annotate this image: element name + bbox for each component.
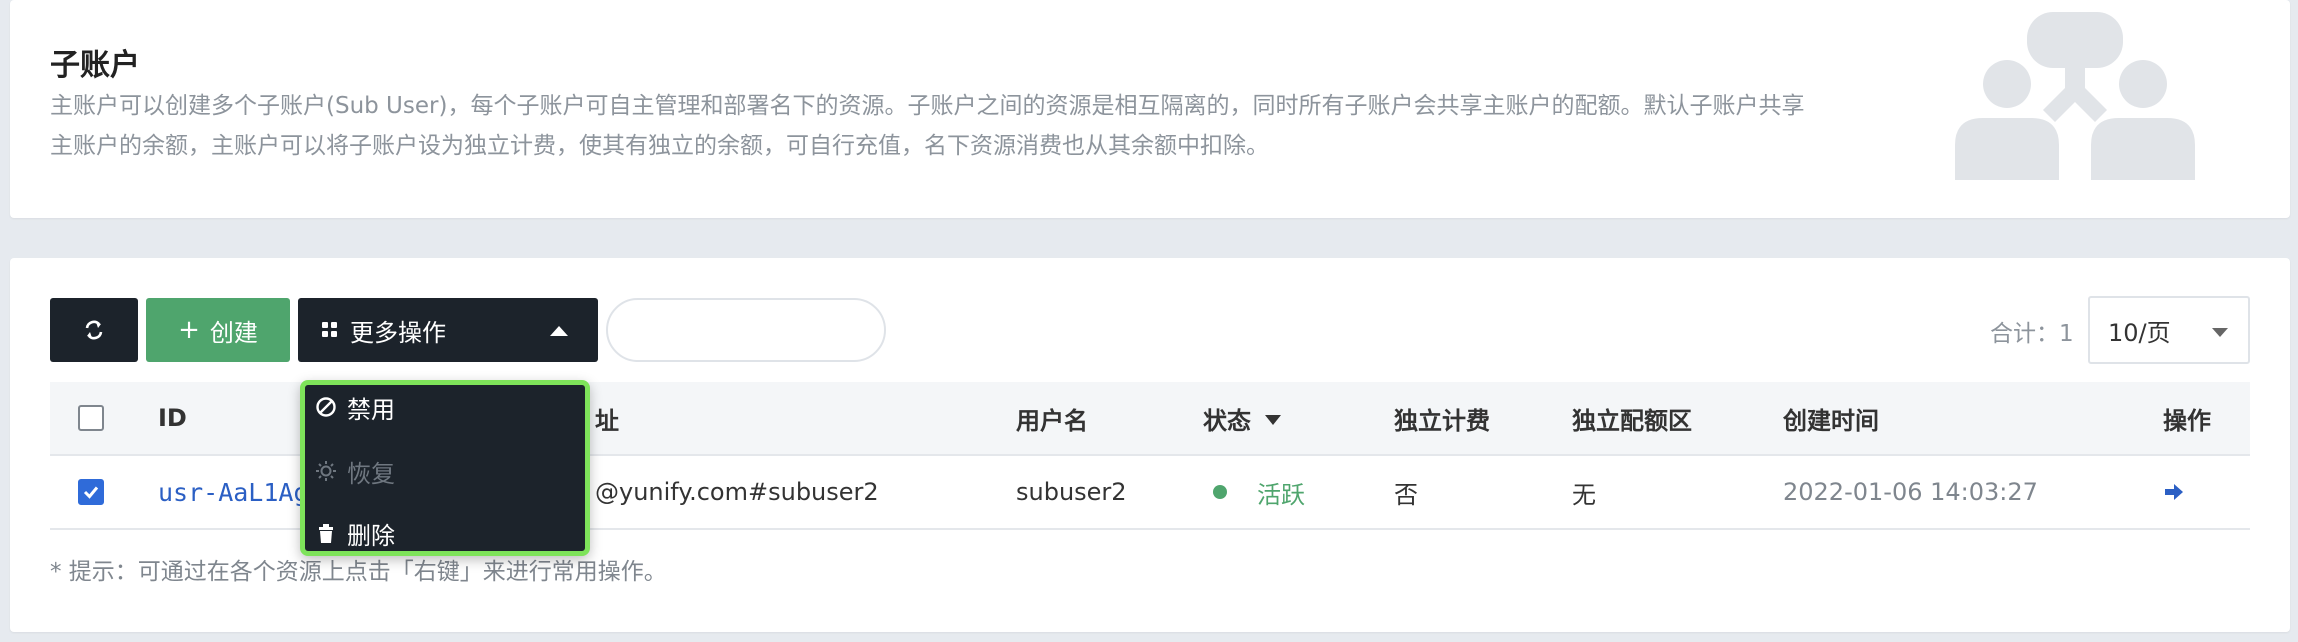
check-icon xyxy=(83,486,99,499)
row-quota: 无 xyxy=(1572,480,1596,509)
menu-item-restore-label: 恢复 xyxy=(347,459,395,488)
chevron-down-icon xyxy=(2212,328,2228,337)
header-id[interactable]: ID xyxy=(158,382,187,454)
row-select-cell xyxy=(78,456,104,528)
header-quota: 独立配额区 xyxy=(1572,406,1692,435)
page-description: 主账户可以创建多个子账户(Sub User)，每个子账户可自主管理和部署名下的资… xyxy=(50,93,1805,159)
menu-item-delete[interactable]: 删除 xyxy=(315,513,575,553)
header-address: 址 xyxy=(595,406,619,435)
more-actions-dropdown: 禁用 恢复 删除 xyxy=(300,380,590,556)
menu-item-disable[interactable]: 禁用 xyxy=(315,387,575,427)
grid-icon xyxy=(322,322,337,337)
row-username: subuser2 xyxy=(1016,478,1127,506)
refresh-button[interactable] xyxy=(50,298,138,362)
row-checkbox[interactable] xyxy=(78,479,104,505)
header-username: 用户名 xyxy=(1016,406,1088,435)
ban-icon xyxy=(316,397,336,417)
header-status[interactable]: 状态 xyxy=(1203,382,1281,454)
header-created: 创建时间 xyxy=(1783,406,1879,435)
row-created: 2022-01-06 14:03:27 xyxy=(1783,478,2038,506)
header-billing: 独立计费 xyxy=(1394,406,1490,435)
menu-item-disable-label: 禁用 xyxy=(347,395,395,424)
row-action-cell xyxy=(2165,456,2183,528)
row-id-link[interactable]: usr-AaL1Ag xyxy=(158,456,309,528)
row-billing: 否 xyxy=(1394,480,1418,509)
caret-up-icon xyxy=(550,326,568,336)
select-all-cell xyxy=(78,382,104,454)
row-address: @yunify.com#subuser2 xyxy=(595,478,879,506)
usage-hint: * 提示：可通过在各个资源上点击「右键」来进行常用操作。 xyxy=(50,559,667,585)
row-status: 活跃 xyxy=(1213,456,1305,528)
menu-item-delete-label: 删除 xyxy=(347,521,395,550)
sun-icon xyxy=(316,461,336,481)
plus-icon: + xyxy=(178,315,200,345)
create-button-label: 创建 xyxy=(209,318,258,347)
header-actions: 操作 xyxy=(2163,406,2211,435)
trash-icon xyxy=(319,524,333,543)
sub-user-illustration xyxy=(1955,12,2195,180)
search-input[interactable] xyxy=(606,298,886,362)
status-dot-icon xyxy=(1213,485,1227,499)
arrow-right-icon[interactable] xyxy=(2165,484,2183,500)
page-title: 子账户 xyxy=(50,48,140,83)
row-status-label: 活跃 xyxy=(1257,480,1305,509)
intro-card: 子账户 主账户可以创建多个子账户(Sub User)，每个子账户可自主管理和部署… xyxy=(10,0,2290,218)
total-count: 合计：1 xyxy=(1990,321,2074,347)
select-all-checkbox[interactable] xyxy=(78,405,104,431)
page-size-select[interactable]: 10/页 xyxy=(2088,296,2250,364)
refresh-icon xyxy=(85,320,103,340)
menu-item-restore: 恢复 xyxy=(315,451,575,491)
page-size-value: 10/页 xyxy=(2108,318,2171,347)
more-actions-button[interactable]: 更多操作 xyxy=(298,298,598,362)
filter-caret-icon[interactable] xyxy=(1265,415,1281,425)
header-status-label: 状态 xyxy=(1203,406,1251,435)
more-actions-label: 更多操作 xyxy=(350,318,446,347)
create-button[interactable]: + 创建 xyxy=(146,298,290,362)
